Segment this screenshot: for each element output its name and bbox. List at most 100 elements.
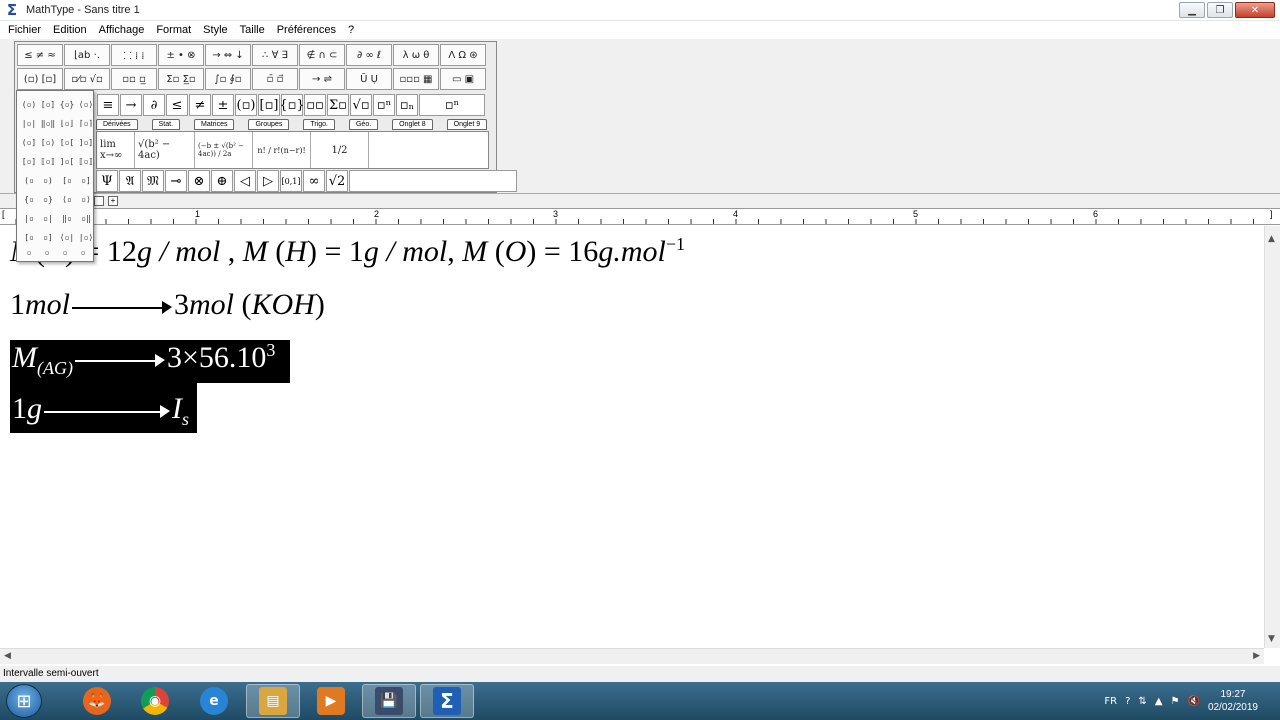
fence-option[interactable]: [▫] (20, 152, 38, 170)
fence-option[interactable]: ⟦▫⟧ (77, 152, 95, 170)
tab-stat[interactable]: Stat. (151, 119, 181, 130)
small-symbol-button[interactable]: Σ▫ (327, 94, 349, 116)
action-center-icon[interactable]: ⚑ (1171, 696, 1180, 707)
fence-option[interactable]: ⟨▫⟩ (77, 95, 95, 113)
ruler-left-marker[interactable]: [ (2, 209, 5, 219)
start-button[interactable]: ⊞ (6, 684, 42, 718)
small-symbol-button[interactable]: Ψ (96, 170, 118, 192)
fence-option[interactable]: ⟨▫| (58, 228, 76, 246)
sqrt-discriminant-template[interactable]: √(b² − 4ac) (135, 132, 195, 168)
tab-onglet-9[interactable]: Onglet 9 (446, 119, 488, 130)
taskbar-firefox[interactable]: 🦊 (70, 684, 124, 718)
fence-option[interactable]: ▫ (74, 248, 92, 257)
greek-lower-palette-button[interactable]: λ ω θ (393, 44, 439, 66)
arrows-palette-button[interactable]: → ⇔ ↓ (205, 44, 251, 66)
fence-option[interactable]: |▫| (20, 114, 38, 132)
equation-line-is[interactable]: 1g Is (12, 392, 189, 430)
zoom-out-button[interactable] (94, 196, 104, 206)
small-symbol-button[interactable]: 𝔄 (119, 170, 141, 192)
menu-fichier[interactable]: Fichier (2, 24, 47, 36)
empty-symbol-slot[interactable] (349, 170, 517, 192)
spaces-palette-button[interactable]: ⌊ab ·. (64, 44, 110, 66)
relations-palette-button[interactable]: ≤ ≠ ≈ (17, 44, 63, 66)
empty-template-slot[interactable] (369, 132, 488, 168)
small-symbol-button[interactable]: [▫] (258, 94, 280, 116)
selected-equations[interactable]: M(AG) 3×56.103 1g Is (10, 340, 290, 434)
fence-option[interactable]: [▫ (58, 171, 76, 189)
fence-option[interactable]: |▫⟩ (77, 228, 95, 246)
small-symbol-button[interactable]: ◁ (234, 170, 256, 192)
small-symbol-button[interactable]: ⊗ (188, 170, 210, 192)
horizontal-scrollbar[interactable]: ◀ ▶ (0, 648, 1264, 664)
quadratic-formula-template[interactable]: (−b ± √(b² − 4ac)) / 2a (195, 132, 253, 168)
taskbar-file-explorer[interactable]: ▤ (246, 684, 300, 718)
products-palette-button[interactable]: Ū Ụ (346, 68, 392, 90)
boxes-palette-button[interactable]: ▭ ▣ (440, 68, 486, 90)
taskbar-chrome[interactable]: ◉ (128, 684, 182, 718)
fence-option[interactable]: |▫ (20, 209, 38, 227)
fence-option[interactable]: ⌈▫⌉ (77, 114, 95, 132)
fence-option[interactable]: ]▫[ (58, 152, 76, 170)
operators-palette-button[interactable]: ± • ⊗ (158, 44, 204, 66)
fence-option[interactable]: ‖▫ (58, 209, 76, 227)
clock[interactable]: 19:27 02/02/2019 (1208, 688, 1258, 714)
close-button[interactable]: ✕ (1235, 2, 1275, 18)
fence-option[interactable]: ▫⟩ (77, 190, 95, 208)
greek-upper-palette-button[interactable]: Λ Ω ⊛ (440, 44, 486, 66)
fence-option[interactable]: ▫) (39, 171, 57, 189)
bars-palette-button[interactable]: ▫̄ ▫⃗ (252, 68, 298, 90)
menu-help[interactable]: ? (342, 24, 360, 36)
fence-option[interactable]: [▫) (39, 133, 57, 151)
scroll-left-icon[interactable]: ◀ (4, 651, 11, 661)
equation-editor[interactable]: M(C) = 12g / mol , M (H) = 1g / mol, M (… (0, 226, 1264, 648)
subscripts-palette-button[interactable]: ▫▫ ▫̲ (111, 68, 157, 90)
fence-option[interactable]: [▫] (39, 95, 57, 113)
language-indicator[interactable]: FR (1104, 696, 1117, 707)
small-symbol-button[interactable]: → (120, 94, 142, 116)
small-symbol-button[interactable]: ⊸ (165, 170, 187, 192)
combination-template[interactable]: n! / r!(n−r)! (253, 132, 311, 168)
menu-edition[interactable]: Edition (47, 24, 93, 36)
scroll-down-icon[interactable]: ▼ (1268, 634, 1275, 644)
small-symbol-button[interactable]: ≤ (166, 94, 188, 116)
summation-palette-button[interactable]: Σ▫ Σ̲▫ (158, 68, 204, 90)
help-icon[interactable]: ? (1125, 696, 1130, 707)
maximize-button[interactable]: ❐ (1207, 2, 1233, 18)
small-symbol-button[interactable]: 𝔐 (142, 170, 164, 192)
fence-option[interactable]: ‖▫‖ (39, 114, 57, 132)
labeled-arrows-palette-button[interactable]: → ⇌ (299, 68, 345, 90)
equation-line-molar-masses[interactable]: M(C) = 12g / mol , M (H) = 1g / mol, M (… (10, 234, 685, 269)
fence-option[interactable]: (▫ (20, 171, 38, 189)
taskbar-internet-explorer[interactable]: e (187, 684, 241, 718)
tab-groupes[interactable]: Groupes (248, 119, 290, 130)
vertical-scrollbar[interactable]: ▲ ▼ (1264, 226, 1280, 648)
small-symbol-button[interactable]: ∞ (303, 170, 325, 192)
small-symbol-button[interactable]: ≡ (97, 94, 119, 116)
fence-option[interactable]: ▫ (56, 248, 74, 257)
matrices-palette-button[interactable]: ▫▫▫ ▦ (393, 68, 439, 90)
scroll-right-icon[interactable]: ▶ (1253, 651, 1260, 661)
fence-option[interactable]: ▫] (39, 228, 57, 246)
fence-option[interactable]: [▫ (20, 228, 38, 246)
fence-option[interactable]: ⌊▫⌋ (58, 114, 76, 132)
zoom-in-button[interactable]: + (108, 196, 118, 206)
fence-option[interactable]: ▫ (38, 248, 56, 257)
equation-line-koh[interactable]: 1mol 3mol (KOH) (10, 288, 325, 322)
fraction-half-template[interactable]: 1/2 (311, 132, 369, 168)
show-hidden-icons-icon[interactable]: ▲ (1155, 696, 1163, 707)
small-symbol-button[interactable]: ▫ⁿ (419, 94, 485, 116)
minimize-button[interactable]: ▁ (1179, 2, 1205, 18)
fence-option[interactable]: {▫ (20, 190, 38, 208)
sets-palette-button[interactable]: ∉ ∩ ⊂ (299, 44, 345, 66)
small-symbol-button[interactable]: ± (212, 94, 234, 116)
menu-style[interactable]: Style (197, 24, 233, 36)
volume-muted-icon[interactable]: 🔇 (1187, 696, 1199, 707)
fence-option[interactable]: ⟨▫ (58, 190, 76, 208)
integrals-palette-button[interactable]: ∫▫ ∮▫ (205, 68, 251, 90)
fence-option[interactable]: {▫} (58, 95, 76, 113)
scroll-up-icon[interactable]: ▲ (1268, 234, 1275, 244)
fractions-radicals-palette-button[interactable]: ▫⁄▫ √▫ (64, 68, 110, 90)
menu-format[interactable]: Format (150, 24, 197, 36)
menu-taille[interactable]: Taille (234, 24, 271, 36)
fence-option[interactable]: ]▫] (77, 133, 95, 151)
